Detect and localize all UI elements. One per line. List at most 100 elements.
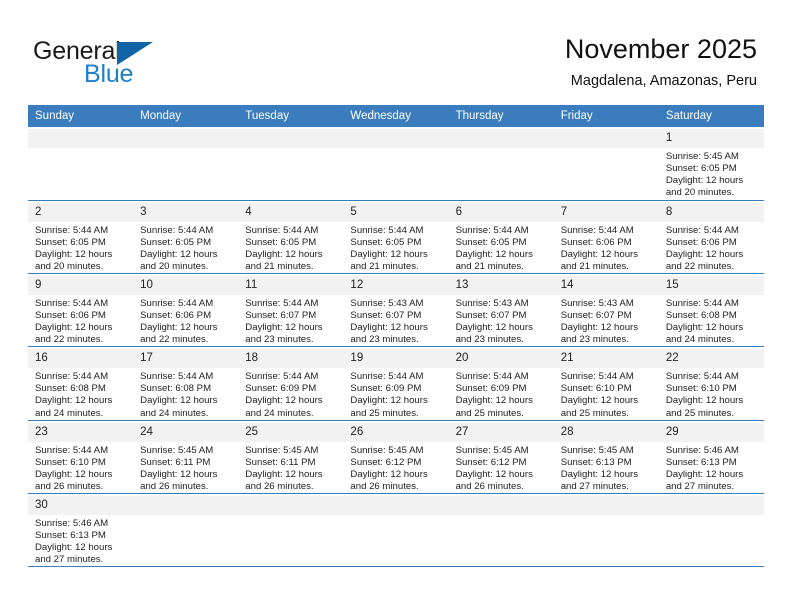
calendar-day-cell[interactable]: 21 Sunrise: 5:44 AM Sunset: 6:10 PM Dayligh… <box>553 346 659 421</box>
calendar-day-cell[interactable]: 12 Sunrise: 5:43 AM Sunset: 6:07 PM Dayligh… <box>343 273 449 348</box>
calendar-day-cell[interactable]: 19 Sunrise: 5:44 AM Sunset: 6:09 PM Dayligh… <box>343 346 449 421</box>
sunset-text: Sunset: 6:07 PM <box>245 309 317 321</box>
daylight-text: and 21 minutes. <box>350 260 419 272</box>
daylight-text: and 25 minutes. <box>455 407 524 419</box>
calendar-day-cell[interactable]: 4 Sunrise: 5:44 AM Sunset: 6:05 PM Daylight… <box>238 200 344 274</box>
calendar-day-cell[interactable]: 10 Sunrise: 5:44 AM Sunset: 6:06 PM Dayligh… <box>133 273 239 348</box>
sunset-text: Sunset: 6:08 PM <box>35 383 106 395</box>
calendar-day-cell[interactable]: 25 Sunrise: 5:45 AM Sunset: 6:11 PM Dayligh… <box>238 420 344 495</box>
sunrise-text: Sunrise: 5:44 AM <box>140 297 214 309</box>
calendar-day-cell[interactable]: 28 Sunrise: 5:45 AM Sunset: 6:13 PM Dayligh… <box>553 420 659 495</box>
day-cell-content <box>448 127 554 200</box>
sunset-text: Sunset: 6:05 PM <box>140 236 212 248</box>
daylight-text: Daylight: 12 hours <box>665 248 744 260</box>
day-cell-content: 21 Sunrise: 5:44 AM Sunset: 6:10 PM Dayligh… <box>553 347 659 419</box>
daylight-text: Daylight: 12 hours <box>560 322 639 334</box>
calendar-day-cell[interactable]: 9 Sunrise: 5:44 AM Sunset: 6:06 PM Daylight… <box>28 273 134 348</box>
calendar-day-cell[interactable]: 7 Sunrise: 5:44 AM Sunset: 6:06 PM Daylight… <box>553 200 659 274</box>
calendar-day-cell[interactable]: 6 Sunrise: 5:44 AM Sunset: 6:05 PM Daylight… <box>448 200 554 274</box>
calendar-day-cell[interactable]: 16 Sunrise: 5:44 AM Sunset: 6:08 PM Dayligh… <box>28 346 134 421</box>
sunrise-text: Sunrise: 5:44 AM <box>140 371 214 383</box>
calendar-day-cell[interactable]: 22 Sunrise: 5:44 AM Sunset: 6:10 PM Dayligh… <box>658 346 764 421</box>
daylight-text: Daylight: 12 hours <box>35 248 113 260</box>
calendar-day-cell[interactable]: 15 Sunrise: 5:44 AM Sunset: 6:08 PM Dayligh… <box>658 273 764 348</box>
day-cell-content: 23 Sunrise: 5:44 AM Sunset: 6:10 PM Dayligh… <box>28 421 134 493</box>
calendar-day-cell[interactable]: 17 Sunrise: 5:44 AM Sunset: 6:08 PM Dayligh… <box>133 346 239 421</box>
calendar-empty-cell <box>448 493 554 568</box>
calendar-day-cell[interactable]: 30 Sunrise: 5:46 AM Sunset: 6:13 PM Dayligh… <box>28 493 134 568</box>
calendar-day-cell[interactable]: 18 Sunrise: 5:44 AM Sunset: 6:09 PM Dayligh… <box>238 346 344 421</box>
calendar-day-cell[interactable]: 2 Sunrise: 5:44 AM Sunset: 6:05 PM Daylight… <box>28 200 134 274</box>
sunrise-text: Sunrise: 5:46 AM <box>35 518 109 529</box>
day-number: 9 <box>28 275 134 295</box>
calendar-page: General Blue November 2025 Magdalena, Am… <box>0 0 792 612</box>
calendar-day-cell[interactable]: 27 Sunrise: 5:45 AM Sunset: 6:12 PM Dayligh… <box>448 420 554 495</box>
day-number: 10 <box>133 275 239 295</box>
sunset-text: Sunset: 6:07 PM <box>455 309 527 321</box>
day-cell-content <box>658 494 764 566</box>
daylight-text: Daylight: 12 hours <box>35 395 113 407</box>
sunset-text: Sunset: 6:06 PM <box>140 309 212 321</box>
sunrise-text: Sunrise: 5:44 AM <box>455 224 529 236</box>
day-cell-content: 26 Sunrise: 5:45 AM Sunset: 6:12 PM Dayligh… <box>343 421 449 493</box>
daylight-text: Daylight: 12 hours <box>350 395 428 407</box>
sunset-text: Sunset: 6:13 PM <box>560 456 632 468</box>
calendar-day-cell[interactable]: 14 Sunrise: 5:43 AM Sunset: 6:07 PM Dayligh… <box>553 273 659 348</box>
calendar-empty-cell <box>133 493 239 568</box>
calendar-day-cell[interactable]: 13 Sunrise: 5:43 AM Sunset: 6:07 PM Dayligh… <box>448 273 554 348</box>
calendar-empty-cell <box>133 127 239 201</box>
calendar-empty-cell <box>28 127 134 201</box>
sunrise-text: Sunrise: 5:45 AM <box>665 151 739 162</box>
sunset-text: Sunset: 6:05 PM <box>665 163 737 175</box>
sunrise-text: Sunrise: 5:44 AM <box>245 297 319 309</box>
calendar-day-cell[interactable]: 3 Sunrise: 5:44 AM Sunset: 6:05 PM Daylight… <box>133 200 239 274</box>
sunset-text: Sunset: 6:07 PM <box>560 309 632 321</box>
day-cell-content: 2 Sunrise: 5:44 AM Sunset: 6:05 PM Daylight… <box>28 201 134 273</box>
sunrise-text: Sunrise: 5:45 AM <box>455 444 529 456</box>
day-cell-content: 19 Sunrise: 5:44 AM Sunset: 6:09 PM Dayligh… <box>343 347 449 419</box>
day-cell-content: 27 Sunrise: 5:45 AM Sunset: 6:12 PM Dayligh… <box>448 421 554 493</box>
sunrise-text: Sunrise: 5:44 AM <box>35 444 109 456</box>
day-number: 6 <box>448 202 554 222</box>
sunrise-text: Sunrise: 5:44 AM <box>35 297 109 309</box>
day-cell-content <box>553 127 659 200</box>
daylight-text: Daylight: 12 hours <box>560 395 639 407</box>
sunrise-text: Sunrise: 5:44 AM <box>140 224 214 236</box>
calendar-day-cell[interactable]: 23 Sunrise: 5:44 AM Sunset: 6:10 PM Dayligh… <box>28 420 134 495</box>
calendar-day-cell[interactable]: 5 Sunrise: 5:44 AM Sunset: 6:05 PM Daylight… <box>343 200 449 274</box>
day-number: 1 <box>658 129 764 148</box>
sunrise-text: Sunrise: 5:45 AM <box>245 444 319 456</box>
sunset-text: Sunset: 6:09 PM <box>245 383 317 395</box>
day-cell-content: 3 Sunrise: 5:44 AM Sunset: 6:05 PM Daylight… <box>133 201 239 273</box>
logo-text-blue: Blue <box>84 60 134 88</box>
daylight-text: Daylight: 12 hours <box>350 248 428 260</box>
calendar-empty-cell <box>658 493 764 568</box>
day-cell-content: 15 Sunrise: 5:44 AM Sunset: 6:08 PM Dayligh… <box>658 274 764 346</box>
calendar-day-cell[interactable]: 24 Sunrise: 5:45 AM Sunset: 6:11 PM Dayligh… <box>133 420 239 495</box>
day-cell-content: 30 Sunrise: 5:46 AM Sunset: 6:13 PM Dayligh… <box>28 494 134 566</box>
day-number-placeholder <box>343 496 449 515</box>
calendar-day-cell[interactable]: 29 Sunrise: 5:46 AM Sunset: 6:13 PM Dayligh… <box>658 420 764 495</box>
day-cell-content <box>238 127 344 200</box>
calendar-week-row: 1 Sunrise: 5:45 AM Sunset: 6:05 PM Daylight… <box>28 127 764 201</box>
sunset-text: Sunset: 6:10 PM <box>560 383 632 395</box>
calendar-day-cell[interactable]: 26 Sunrise: 5:45 AM Sunset: 6:12 PM Dayligh… <box>343 420 449 495</box>
day-cell-content: 10 Sunrise: 5:44 AM Sunset: 6:06 PM Dayligh… <box>133 274 239 346</box>
day-number: 21 <box>553 349 659 369</box>
day-number: 17 <box>133 349 239 369</box>
sunset-text: Sunset: 6:09 PM <box>350 383 422 395</box>
daylight-text: Daylight: 12 hours <box>665 322 744 334</box>
calendar-day-cell[interactable]: 20 Sunrise: 5:44 AM Sunset: 6:09 PM Dayligh… <box>448 346 554 421</box>
day-cell-content <box>343 494 449 566</box>
calendar-empty-cell <box>553 493 659 568</box>
daylight-text: Daylight: 12 hours <box>140 322 218 334</box>
day-number: 12 <box>343 275 449 295</box>
day-cell-content: 1 Sunrise: 5:45 AM Sunset: 6:05 PM Daylight… <box>658 127 764 200</box>
calendar-day-cell[interactable]: 11 Sunrise: 5:44 AM Sunset: 6:07 PM Dayligh… <box>238 273 344 348</box>
calendar-day-cell[interactable]: 8 Sunrise: 5:44 AM Sunset: 6:06 PM Daylight… <box>658 200 764 274</box>
daylight-text: and 25 minutes. <box>350 407 419 419</box>
day-cell-content: 9 Sunrise: 5:44 AM Sunset: 6:06 PM Daylight… <box>28 274 134 346</box>
calendar-day-cell[interactable]: 1 Sunrise: 5:45 AM Sunset: 6:05 PM Daylight… <box>658 127 764 201</box>
day-number-placeholder <box>133 129 239 148</box>
day-cell-content: 5 Sunrise: 5:44 AM Sunset: 6:05 PM Daylight… <box>343 201 449 273</box>
